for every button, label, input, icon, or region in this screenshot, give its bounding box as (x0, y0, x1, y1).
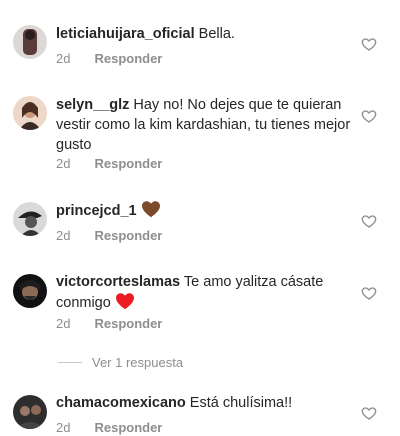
comment-username[interactable]: victorcorteslamas (56, 274, 180, 290)
avatar[interactable] (13, 96, 47, 130)
comment-text: victorcorteslamas Te amo yalitza cásate … (56, 272, 356, 313)
reply-button[interactable]: Responder (94, 51, 162, 66)
comment-meta: 2d Responder (56, 156, 162, 171)
comment-username[interactable]: princejcd_1 (56, 203, 137, 219)
comment-meta: 2d Responder (56, 420, 162, 435)
reply-button[interactable]: Responder (94, 420, 162, 435)
reply-button[interactable]: Responder (94, 316, 162, 331)
comment-username[interactable]: leticiahuijara_oficial (56, 26, 195, 42)
comment-text: leticiahuijara_oficial Bella. (56, 24, 356, 44)
divider-line (58, 362, 82, 363)
comment-meta: 2d Responder (56, 316, 162, 331)
reply-button[interactable]: Responder (94, 156, 162, 171)
red-heart-icon (115, 293, 134, 310)
avatar[interactable] (13, 25, 47, 59)
comment-text: princejcd_1 (56, 200, 356, 221)
comment-time: 2d (56, 316, 71, 331)
avatar[interactable] (13, 202, 47, 236)
comment-time: 2d (56, 156, 71, 171)
avatar[interactable] (13, 395, 47, 429)
comment-meta: 2d Responder (56, 51, 162, 66)
like-heart-icon[interactable] (361, 405, 377, 421)
avatar[interactable] (13, 274, 47, 308)
comment-time: 2d (56, 51, 71, 66)
like-heart-icon[interactable] (361, 36, 377, 52)
comment-time: 2d (56, 228, 71, 243)
like-heart-icon[interactable] (361, 213, 377, 229)
reply-button[interactable]: Responder (94, 228, 162, 243)
comment-time: 2d (56, 420, 71, 435)
view-replies-button[interactable]: Ver 1 respuesta (58, 355, 183, 370)
comment-text: chamacomexicano Está chulísima!! (56, 393, 356, 413)
comment-body: Está chulísima!! (189, 395, 293, 411)
comment-username[interactable]: selyn__glz (56, 97, 129, 113)
like-heart-icon[interactable] (361, 108, 377, 124)
comment-body: Bella. (198, 26, 235, 42)
comment-username[interactable]: chamacomexicano (56, 395, 186, 411)
like-heart-icon[interactable] (361, 285, 377, 301)
brown-heart-icon (141, 201, 160, 218)
comment-text: selyn__glz Hay no! No dejes que te quier… (56, 95, 356, 155)
comment-meta: 2d Responder (56, 228, 162, 243)
view-replies-label: Ver 1 respuesta (92, 355, 184, 370)
